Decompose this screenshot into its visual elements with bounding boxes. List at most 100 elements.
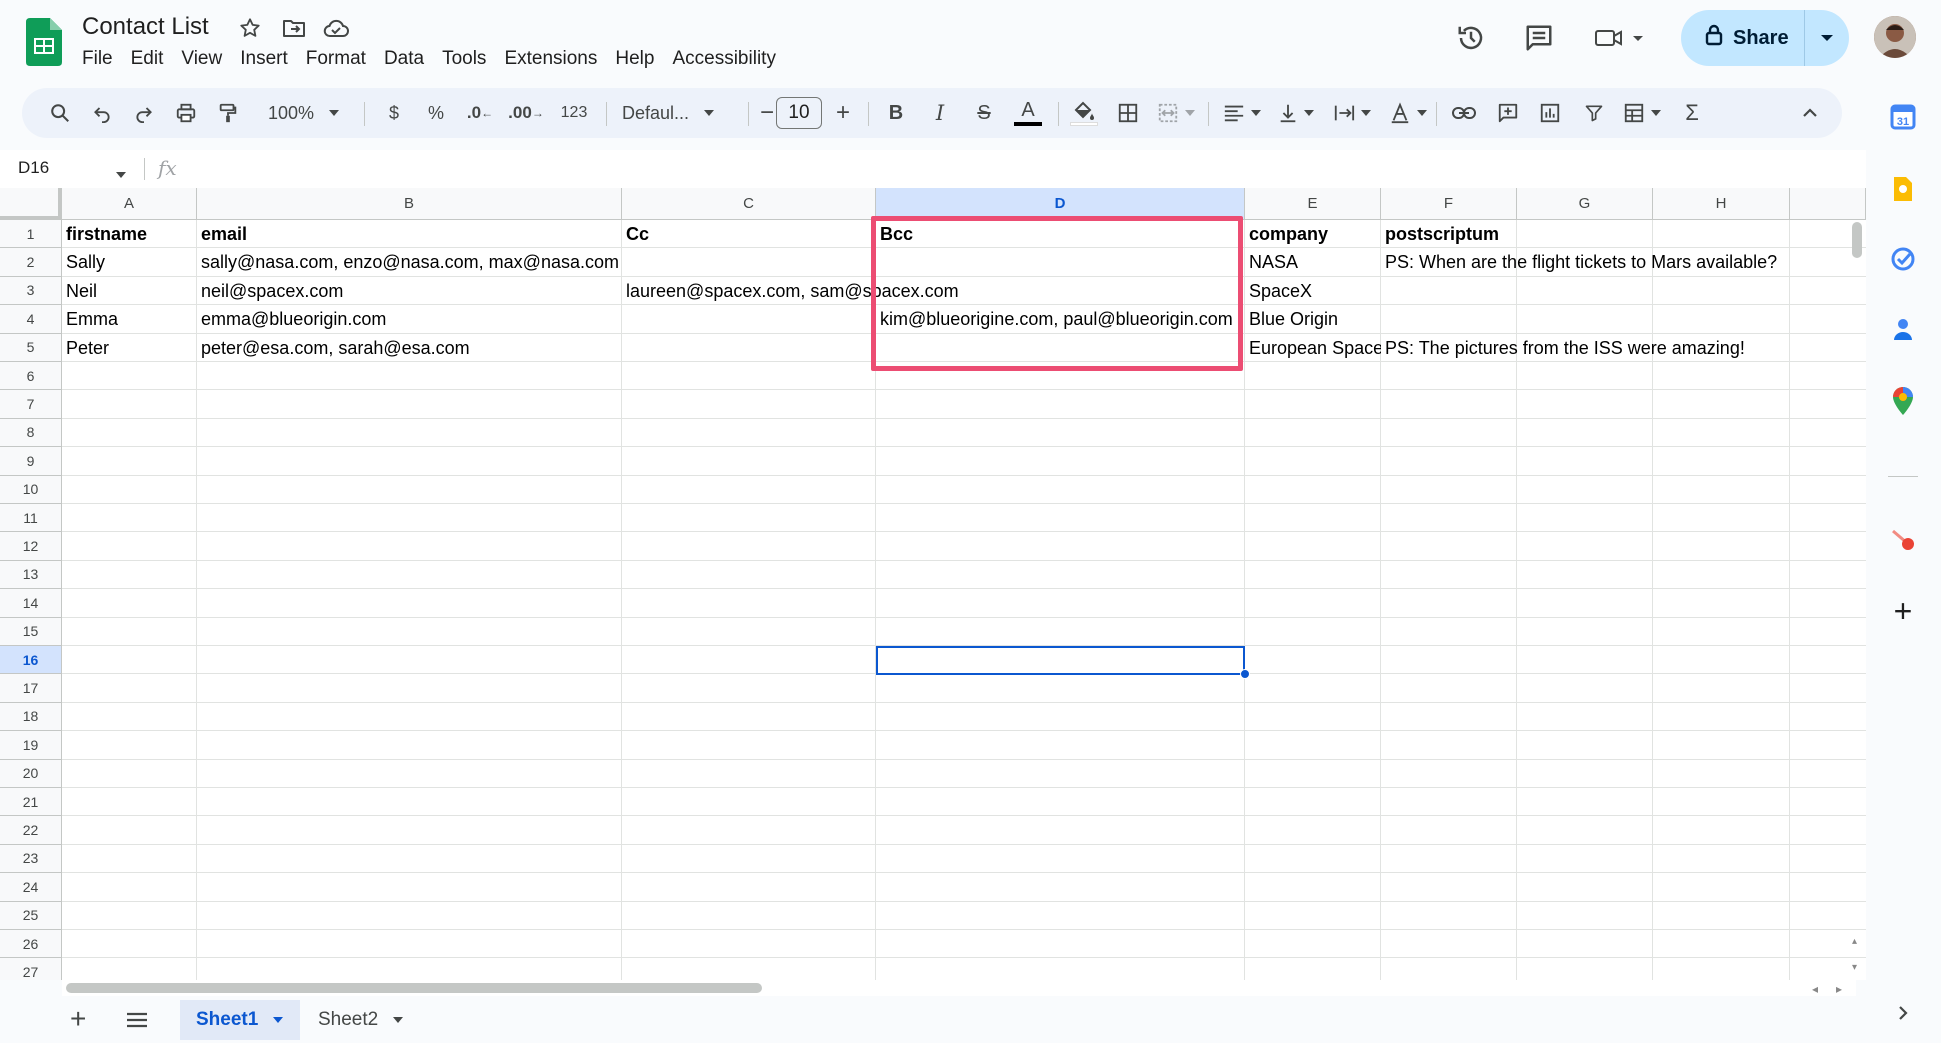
row-header-8[interactable]: 8 (0, 418, 62, 448)
merge-cells-button[interactable] (1150, 88, 1202, 138)
cell-e1[interactable]: company (1245, 220, 1328, 248)
row-header-15[interactable]: 15 (0, 617, 62, 646)
column-header-b[interactable]: B (197, 188, 622, 220)
cell-b1[interactable]: email (197, 220, 247, 248)
row-header-9[interactable]: 9 (0, 447, 62, 476)
row-header-16[interactable]: 16 (0, 646, 62, 675)
row-header-5[interactable]: 5 (0, 333, 62, 362)
row-header-18[interactable]: 18 (0, 702, 62, 732)
sheets-logo-icon[interactable] (26, 18, 62, 66)
row-header-23[interactable]: 23 (0, 844, 62, 874)
column-header-e[interactable]: E (1245, 188, 1381, 220)
fill-color-button[interactable] (1064, 88, 1104, 138)
scroll-left-icon[interactable]: ◂ (1812, 982, 1818, 996)
scroll-right-icon[interactable]: ▸ (1836, 982, 1842, 996)
insert-comment-icon[interactable] (1488, 88, 1528, 138)
row-header-2[interactable]: 2 (0, 248, 62, 277)
menu-format[interactable]: Format (297, 47, 375, 71)
insert-link-icon[interactable] (1444, 88, 1484, 138)
row-header-27[interactable]: 27 (0, 958, 62, 980)
tab-sheet2[interactable]: Sheet2 (302, 1000, 420, 1040)
cell-e3[interactable]: SpaceX (1245, 277, 1312, 305)
filter-icon[interactable] (1574, 88, 1614, 138)
row-header-10[interactable]: 10 (0, 475, 62, 504)
row-header-11[interactable]: 11 (0, 504, 62, 533)
vertical-align-button[interactable] (1274, 88, 1318, 138)
horizontal-scrollbar[interactable] (66, 983, 762, 993)
filter-views-button[interactable] (1618, 88, 1666, 138)
menu-insert[interactable]: Insert (231, 47, 297, 71)
get-addons-icon[interactable]: + (1886, 593, 1920, 629)
column-header-c[interactable]: C (622, 188, 876, 220)
bold-button[interactable]: B (878, 88, 914, 138)
row-header-3[interactable]: 3 (0, 276, 62, 306)
cell-b5[interactable]: peter@esa.com, sarah@esa.com (197, 334, 470, 362)
cell-e4[interactable]: Blue Origin (1245, 305, 1338, 333)
scroll-up-icon[interactable]: ▴ (1852, 936, 1857, 947)
row-header-20[interactable]: 20 (0, 759, 62, 788)
move-folder-icon[interactable] (280, 14, 308, 42)
cell-b2[interactable]: sally@nasa.com, enzo@nasa.com, max@nasa.… (197, 248, 619, 276)
row-header-17[interactable]: 17 (0, 674, 62, 703)
cloud-status-icon[interactable] (322, 14, 350, 42)
menu-file[interactable]: File (82, 47, 122, 71)
share-button[interactable]: Share (1681, 10, 1849, 66)
expand-panel-icon[interactable] (1886, 996, 1920, 1030)
borders-icon[interactable] (1108, 88, 1148, 138)
row-header-22[interactable]: 22 (0, 816, 62, 845)
cell-f1[interactable]: postscriptum (1381, 220, 1499, 248)
insert-chart-icon[interactable] (1530, 88, 1570, 138)
print-icon[interactable] (168, 88, 204, 138)
row-header-26[interactable]: 26 (0, 930, 62, 959)
cell-f5[interactable]: PS: The pictures from the ISS were amazi… (1381, 334, 1745, 362)
row-header-25[interactable]: 25 (0, 901, 62, 930)
menu-edit[interactable]: Edit (122, 47, 173, 71)
currency-format-button[interactable]: $ (378, 88, 410, 138)
menu-tools[interactable]: Tools (433, 47, 495, 71)
menu-extensions[interactable]: Extensions (495, 47, 606, 71)
share-main-button[interactable]: Share (1681, 10, 1805, 66)
font-size-input[interactable]: 10 (776, 97, 822, 129)
maps-icon[interactable] (1886, 384, 1920, 418)
percent-format-button[interactable]: % (420, 88, 452, 138)
select-all-corner[interactable] (0, 188, 62, 220)
name-box[interactable]: D16 (18, 158, 49, 178)
name-box-dropdown-icon[interactable] (115, 166, 127, 184)
tasks-icon[interactable] (1886, 242, 1920, 276)
paint-format-icon[interactable] (210, 88, 246, 138)
increase-decimal-button[interactable]: .00 → (504, 88, 548, 138)
add-sheet-icon[interactable]: + (70, 1004, 86, 1034)
column-header-f[interactable]: F (1381, 188, 1517, 220)
zoom-select[interactable]: 100% (258, 88, 350, 138)
cell-a3[interactable]: Neil (62, 277, 97, 305)
font-select[interactable]: Defaul... (612, 88, 742, 138)
text-wrapping-button[interactable] (1330, 88, 1374, 138)
cell-a4[interactable]: Emma (62, 305, 118, 333)
italic-button[interactable]: I (922, 88, 958, 138)
calendar-icon[interactable]: 31 (1886, 100, 1920, 134)
cell-a2[interactable]: Sally (62, 248, 105, 276)
menu-view[interactable]: View (172, 47, 231, 71)
cell-b4[interactable]: emma@blueorigin.com (197, 305, 386, 333)
row-header-6[interactable]: 6 (0, 362, 62, 391)
menu-data[interactable]: Data (375, 47, 433, 71)
row-header-13[interactable]: 13 (0, 560, 62, 590)
cell-a1[interactable]: firstname (62, 220, 147, 248)
redo-icon[interactable] (126, 88, 162, 138)
cell-e5[interactable]: European Space (1245, 334, 1381, 362)
row-header-19[interactable]: 19 (0, 731, 62, 760)
row-header-24[interactable]: 24 (0, 873, 62, 902)
increase-font-size-button[interactable]: + (828, 88, 858, 138)
row-header-21[interactable]: 21 (0, 788, 62, 817)
doc-title[interactable]: Contact List (82, 13, 209, 41)
undo-icon[interactable] (84, 88, 120, 138)
fill-handle[interactable] (1240, 669, 1250, 679)
addon-comet-icon[interactable] (1886, 522, 1920, 556)
search-menus-icon[interactable] (40, 88, 80, 138)
row-header-7[interactable]: 7 (0, 390, 62, 419)
cell-f2[interactable]: PS: When are the flight tickets to Mars … (1381, 248, 1777, 276)
collapse-menu-icon[interactable] (1792, 88, 1828, 138)
cell-c1[interactable]: Cc (622, 220, 649, 248)
column-header-h[interactable]: H (1653, 188, 1790, 220)
keep-icon[interactable] (1886, 172, 1920, 206)
